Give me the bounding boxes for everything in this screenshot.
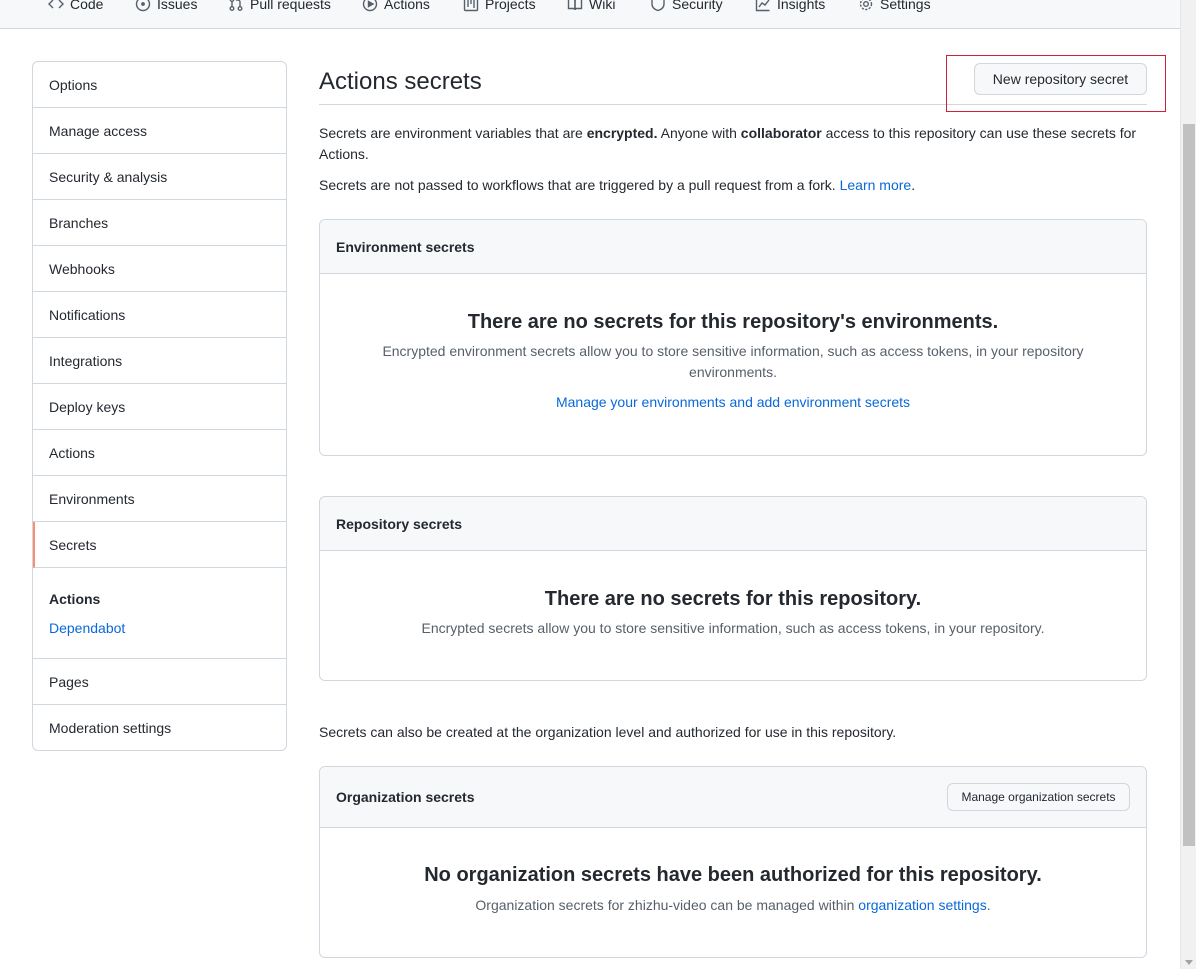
sidebar-item-label: Security & analysis (49, 168, 168, 185)
graph-icon (755, 0, 770, 12)
environment-blankslate-title: There are no secrets for this repository… (467, 311, 999, 333)
tab-issues[interactable]: Issues (135, 0, 197, 14)
gear-icon (859, 0, 873, 11)
organization-settings-link[interactable]: organization settings (858, 897, 986, 913)
sidebar-item-label: Manage access (49, 122, 148, 139)
new-repository-secret-button[interactable]: New repository secret (974, 63, 1147, 95)
git-pull-request-icon (229, 0, 243, 11)
sidebar-sub-heading-actions: Actions (49, 591, 101, 607)
manage-organization-secrets-button[interactable]: Manage organization secrets (947, 783, 1130, 811)
repository-secrets-header: Repository secrets (320, 497, 1146, 551)
tab-projects-label: Projects (485, 0, 536, 12)
scrollbar-thumb[interactable] (1183, 124, 1195, 846)
tab-settings-label: Settings (880, 0, 931, 12)
sidebar-item-label: Branches (49, 214, 109, 231)
sidebar-item-label: Environments (49, 490, 135, 507)
sidebar-item-label: Integrations (49, 352, 123, 369)
organization-desc-end: . (986, 897, 991, 913)
fork-warning-text: Secrets are not passed to workflows that… (319, 175, 1149, 196)
tab-pull-requests[interactable]: Pull requests (228, 0, 331, 14)
sidebar-item-notifications[interactable]: Notifications (33, 292, 286, 338)
settings-sidebar: Options Manage access Security & analysi… (32, 61, 287, 751)
tab-wiki-label: Wiki (589, 0, 616, 12)
repository-secrets-box: Repository secrets There are no secrets … (319, 496, 1147, 681)
project-icon (463, 0, 479, 12)
sidebar-item-label: Pages (49, 673, 89, 690)
scroll-down-arrow-icon[interactable] (1185, 960, 1193, 965)
tab-actions-label: Actions (384, 0, 430, 12)
intro-text-bold-collaborator: collaborator (740, 125, 822, 141)
repo-nav-bar: Code Issues Pull requests Actions Projec… (0, 0, 1180, 29)
learn-more-link[interactable]: Learn more (840, 177, 912, 193)
sidebar-item-options[interactable]: Options (33, 62, 286, 108)
secrets-intro-text: Secrets are environment variables that a… (319, 123, 1139, 165)
organization-secrets-note: Secrets can also be created at the organ… (319, 724, 897, 740)
code-icon (48, 0, 64, 9)
sidebar-item-pages[interactable]: Pages (33, 659, 286, 705)
sidebar-item-actions[interactable]: Actions (33, 430, 286, 476)
sidebar-item-secrets[interactable]: Secrets (33, 522, 286, 568)
organization-blankslate-title: No organization secrets have been author… (424, 864, 1042, 886)
sidebar-item-environments[interactable]: Environments (33, 476, 286, 522)
sidebar-item-label: Secrets (49, 536, 97, 553)
sidebar-item-label: Moderation settings (49, 720, 172, 736)
repository-blankslate-title: There are no secrets for this repository… (544, 588, 922, 610)
intro-text-part: Secrets are environment variables that a… (319, 125, 587, 141)
fork-warning-end: . (911, 177, 916, 193)
sidebar-item-deploy-keys[interactable]: Deploy keys (33, 384, 286, 430)
tab-security[interactable]: Security (650, 0, 723, 14)
sidebar-item-label: Deploy keys (49, 398, 126, 415)
tab-projects[interactable]: Projects (463, 0, 536, 14)
sidebar-item-label: Notifications (49, 306, 126, 323)
intro-text-bold-encrypted: encrypted. (586, 125, 658, 141)
repository-blankslate-description: Encrypted secrets allow you to store sen… (421, 620, 1045, 636)
page-title: Actions secrets (319, 68, 482, 95)
environment-secrets-header: Environment secrets (320, 220, 1146, 274)
tab-code[interactable]: Code (48, 0, 103, 14)
fork-warning-part: Secrets are not passed to workflows that… (319, 177, 840, 193)
shield-icon (651, 0, 665, 12)
sidebar-item-label: Options (49, 76, 98, 93)
environment-blankslate-description: Encrypted environment secrets allow you … (382, 343, 1084, 380)
sidebar-item-security-analysis[interactable]: Security & analysis (33, 154, 286, 200)
organization-secrets-title: Organization secrets (336, 789, 475, 805)
sidebar-item-label: Actions (49, 444, 95, 461)
sidebar-sub-link-dependabot[interactable]: Dependabot (49, 620, 125, 636)
tab-settings[interactable]: Settings (858, 0, 931, 14)
organization-desc-part: Organization secrets for zhizhu-video ca… (475, 897, 859, 913)
sidebar-item-manage-access[interactable]: Manage access (33, 108, 286, 154)
tab-issues-label: Issues (157, 0, 198, 12)
tab-wiki[interactable]: Wiki (567, 0, 615, 14)
tab-insights-label: Insights (777, 0, 826, 12)
tab-security-label: Security (672, 0, 723, 12)
manage-environments-link[interactable]: Manage your environments and add environ… (320, 394, 1146, 410)
page-scrollbar[interactable] (1180, 0, 1196, 969)
environment-secrets-box: Environment secrets There are no secrets… (319, 219, 1147, 456)
sidebar-item-integrations[interactable]: Integrations (33, 338, 286, 384)
sidebar-item-webhooks[interactable]: Webhooks (33, 246, 286, 292)
tab-pull-requests-label: Pull requests (250, 0, 331, 12)
organization-blankslate-description: Organization secrets for zhizhu-video ca… (380, 895, 1086, 916)
tab-actions[interactable]: Actions (362, 0, 430, 14)
sidebar-item-label: Webhooks (49, 260, 115, 277)
tab-code-label: Code (70, 0, 104, 12)
book-icon (567, 0, 583, 11)
intro-text-part: Anyone with (657, 125, 741, 141)
sidebar-item-moderation-settings[interactable]: Moderation settings (33, 705, 286, 750)
play-icon (362, 0, 378, 12)
issue-opened-icon (135, 0, 151, 12)
sidebar-item-branches[interactable]: Branches (33, 200, 286, 246)
tab-insights[interactable]: Insights (755, 0, 825, 14)
